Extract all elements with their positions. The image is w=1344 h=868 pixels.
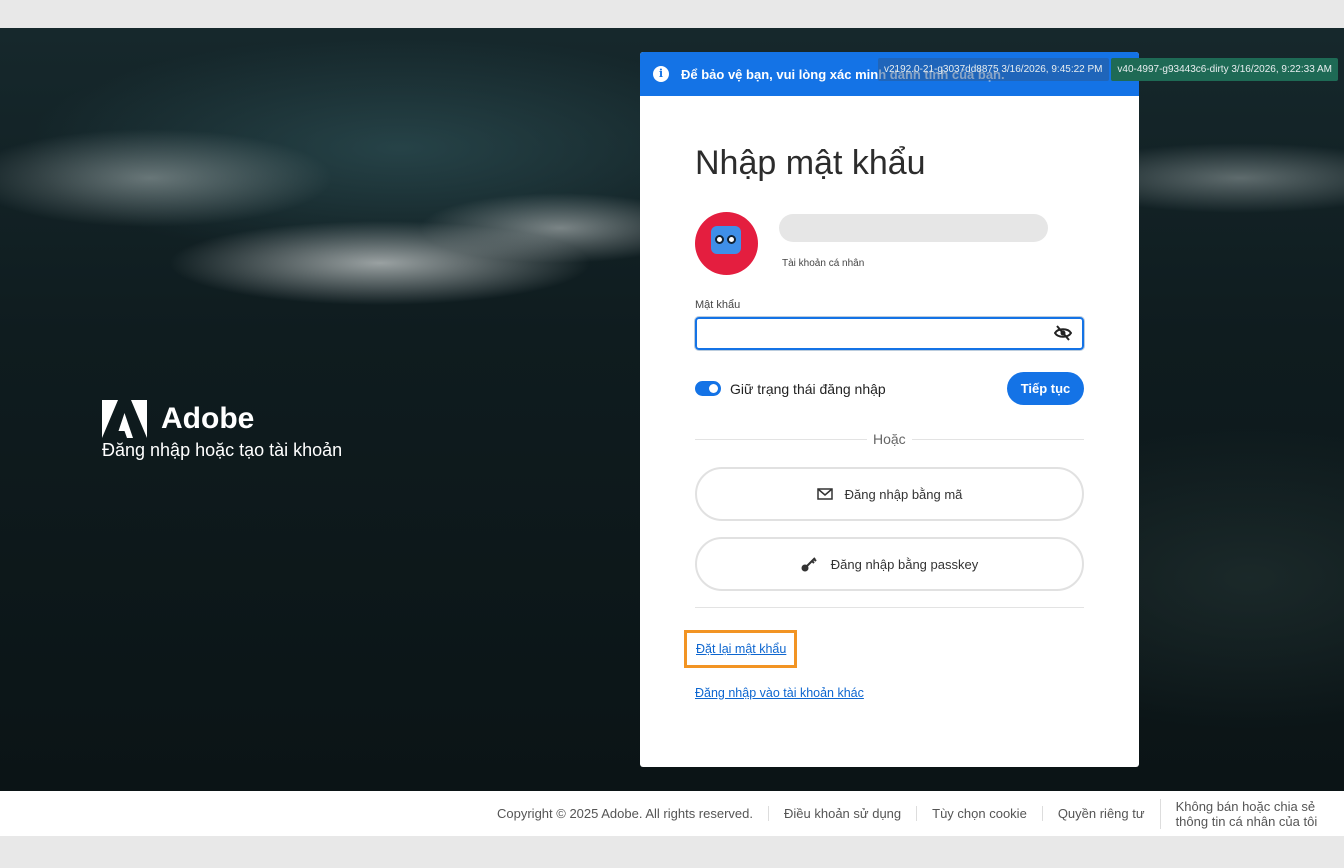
mail-icon — [817, 488, 833, 500]
key-icon — [801, 556, 819, 572]
version-badge: v2192.0-21-g3037dd8875 3/16/2026, 9:45:2… — [878, 58, 1109, 81]
copyright: Copyright © 2025 Adobe. All rights reser… — [497, 806, 768, 821]
cookie-preferences-link[interactable]: Tùy chọn cookie — [916, 806, 1042, 821]
reset-password-link[interactable]: Đặt lại mật khẩu — [696, 642, 786, 656]
sign-in-with-passkey-button[interactable]: Đăng nhập bằng passkey — [695, 537, 1084, 591]
divider — [695, 607, 1084, 608]
keep-signed-in-toggle[interactable] — [695, 381, 721, 396]
version-badge: v40-4997-g93443c6-dirty 3/16/2026, 9:22:… — [1111, 58, 1338, 81]
avatar — [695, 212, 758, 275]
page-title: Nhập mật khẩu — [695, 144, 926, 183]
footer: Copyright © 2025 Adobe. All rights reser… — [0, 791, 1344, 836]
reset-password-highlight: Đặt lại mật khẩu — [684, 630, 797, 668]
brand-subtitle: Đăng nhập hoặc tạo tài khoản — [102, 440, 342, 461]
code-button-label: Đăng nhập bằng mã — [845, 487, 963, 502]
info-icon: i — [653, 66, 669, 82]
or-label: Hoặc — [867, 431, 912, 447]
password-input[interactable] — [695, 317, 1084, 350]
adobe-branding: Adobe Đăng nhập hoặc tạo tài khoản — [102, 400, 342, 461]
do-not-sell-link[interactable]: Không bán hoặc chia sẻ thông tin cá nhân… — [1160, 799, 1338, 829]
terms-link[interactable]: Điều khoản sử dụng — [768, 806, 916, 821]
account-email-redacted — [779, 214, 1048, 242]
login-card: i Để bảo vệ bạn, vui lòng xác minh danh … — [640, 52, 1139, 767]
account-type: Tài khoản cá nhân — [782, 258, 864, 269]
other-account-link[interactable]: Đăng nhập vào tài khoản khác — [695, 686, 864, 700]
brand-name: Adobe — [161, 402, 254, 436]
passkey-button-label: Đăng nhập bằng passkey — [831, 557, 978, 572]
sign-in-with-code-button[interactable]: Đăng nhập bằng mã — [695, 467, 1084, 521]
keep-signed-in-label: Giữ trạng thái đăng nhập — [730, 381, 886, 397]
hide-password-icon[interactable] — [1054, 325, 1072, 345]
adobe-logo-icon — [102, 400, 147, 438]
password-label: Mật khẩu — [695, 299, 740, 311]
continue-button[interactable]: Tiếp tục — [1007, 372, 1084, 405]
privacy-link[interactable]: Quyền riêng tư — [1042, 806, 1160, 821]
